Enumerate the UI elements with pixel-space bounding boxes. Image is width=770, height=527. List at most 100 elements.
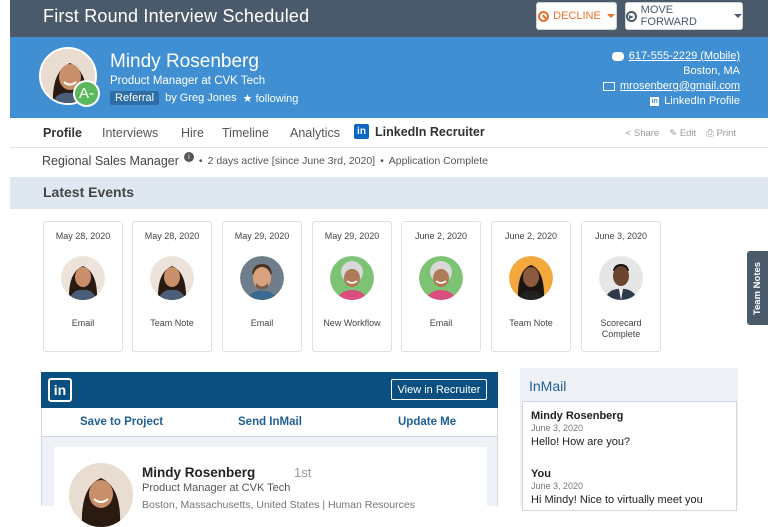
separator-dot: • <box>380 155 384 167</box>
tab-actions: < Share ✎ Edit ⎙ Print <box>626 128 736 139</box>
message-date: June 3, 2020 <box>531 423 584 433</box>
ban-icon <box>538 10 550 22</box>
email-link[interactable]: mrosenberg@gmail.com <box>620 79 740 94</box>
stage-title: First Round Interview Scheduled <box>43 6 310 26</box>
caret-down-icon <box>606 14 615 18</box>
caret-down-icon <box>734 14 742 18</box>
linkedin-icon: in <box>48 378 72 402</box>
message-text: Hello! How are you? <box>531 436 631 448</box>
forward-icon <box>626 10 637 22</box>
event-type: Email <box>250 318 274 328</box>
candidate-page: First Round Interview Scheduled DECLINE … <box>10 0 768 527</box>
tab-timeline[interactable]: Timeline <box>222 126 269 140</box>
mail-icon <box>603 82 615 91</box>
job-role[interactable]: Regional Sales Manager <box>42 154 179 168</box>
latest-events-title: Latest Events <box>43 184 135 200</box>
event-date: June 2, 2020 <box>504 231 558 241</box>
linkedin-location: Boston, Massachusetts, United States | H… <box>142 499 415 511</box>
tab-hire[interactable]: Hire <box>181 126 204 140</box>
decline-button[interactable]: DECLINE <box>536 2 617 30</box>
linkedin-profile-link[interactable]: LinkedIn Profile <box>664 94 740 109</box>
avatar <box>330 256 374 300</box>
connection-degree: 1st <box>294 465 312 480</box>
source-row: Referral by Greg Jones ★ following <box>110 91 298 105</box>
avatar <box>61 256 105 300</box>
job-activity: 2 days active [since June 3rd, 2020] <box>207 155 376 167</box>
message-text: Hi Mindy! Nice to virtually meet you <box>531 494 703 506</box>
team-notes-tab[interactable]: Team Notes <box>747 251 768 325</box>
save-to-project-button[interactable]: Save to Project <box>80 416 163 428</box>
event-card[interactable]: June 3, 2020 Scorecard Complete <box>581 221 661 352</box>
star-icon: ★ <box>242 92 253 105</box>
separator-dot: • <box>198 155 203 167</box>
grade-badge[interactable]: A- <box>73 80 100 107</box>
message: Mindy Rosenberg June 3, 2020 Hello! How … <box>531 410 630 448</box>
event-card[interactable]: May 29, 2020 Email <box>222 221 302 352</box>
inmail-title: InMail <box>529 378 567 394</box>
share-icon: < <box>625 128 634 139</box>
event-date: June 2, 2020 <box>414 231 468 241</box>
event-type: Email <box>429 318 453 328</box>
inmail-panel: InMail Mindy Rosenberg June 3, 2020 Hell… <box>520 368 738 511</box>
event-type: New Workflow <box>323 318 381 328</box>
profile-banner: A- Mindy Rosenberg Product Manager at CV… <box>10 37 768 118</box>
event-card[interactable]: May 28, 2020 Email <box>43 221 123 352</box>
event-date: May 28, 2020 <box>144 231 200 241</box>
view-in-recruiter-button[interactable]: View in Recruiter <box>391 379 487 400</box>
edit-icon: ✎ <box>669 128 680 139</box>
linkedin-profile-card: Mindy Rosenberg 1st Product Manager at C… <box>54 447 487 527</box>
linkedin-headline: Product Manager at CVK Tech <box>142 482 291 494</box>
event-type: Scorecard Complete <box>600 318 642 339</box>
job-summary: Regional Sales Manager i • 2 days active… <box>42 152 489 168</box>
tab-interviews[interactable]: Interviews <box>102 126 158 140</box>
move-forward-button[interactable]: MOVE FORWARD <box>625 2 743 30</box>
latest-events-header: Latest Events <box>10 177 768 209</box>
candidate-name: Mindy Rosenberg <box>110 51 259 72</box>
inmail-thread[interactable]: Mindy Rosenberg June 3, 2020 Hello! How … <box>522 401 737 511</box>
share-button[interactable]: < Share <box>626 128 660 139</box>
follow-toggle[interactable]: ★ following <box>243 92 299 105</box>
print-icon: ⎙ <box>706 128 717 139</box>
team-notes-label: Team Notes <box>752 261 763 315</box>
message: You June 3, 2020 Hi Mindy! Nice to virtu… <box>531 468 703 506</box>
event-card[interactable]: May 28, 2020 Team Note <box>132 221 212 352</box>
event-type: Email <box>71 318 95 328</box>
update-me-button[interactable]: Update Me <box>398 416 456 428</box>
tab-linkedin-recruiter[interactable]: in LinkedIn Recruiter <box>354 124 485 139</box>
source-tag: Referral <box>110 91 160 105</box>
event-date: June 3, 2020 <box>594 231 648 241</box>
edit-label: Edit <box>679 128 697 139</box>
info-icon[interactable]: i <box>183 152 194 162</box>
share-label: Share <box>633 128 660 139</box>
decline-label: DECLINE <box>553 10 601 22</box>
linkedin-card-area: Mindy Rosenberg 1st Product Manager at C… <box>41 437 498 527</box>
linkedin-actions: Save to Project Send InMail Update Me <box>41 408 498 437</box>
tab-linkedin-label: LinkedIn Recruiter <box>375 124 485 139</box>
tab-analytics[interactable]: Analytics <box>290 126 340 140</box>
event-card[interactable]: May 29, 2020 New Workflow <box>312 221 392 352</box>
message-sender: You <box>531 468 551 480</box>
move-forward-label: MOVE FORWARD <box>640 4 697 28</box>
event-card[interactable]: June 2, 2020 Email <box>401 221 481 352</box>
application-status: Application Complete <box>388 155 489 167</box>
send-inmail-button[interactable]: Send InMail <box>238 416 302 428</box>
event-date: May 28, 2020 <box>55 231 111 241</box>
referred-by: by Greg Jones <box>165 92 237 104</box>
linkedin-icon: in <box>354 124 369 139</box>
avatar <box>69 463 133 527</box>
avatar <box>240 256 284 300</box>
linkedin-panel-header: in View in Recruiter <box>41 372 498 408</box>
status-bar: First Round Interview Scheduled DECLINE … <box>10 0 768 37</box>
tab-profile[interactable]: Profile <box>43 126 82 140</box>
print-button[interactable]: ⎙ Print <box>706 128 736 139</box>
edit-button[interactable]: ✎ Edit <box>669 128 696 139</box>
profile-tabs: Profile Interviews Hire Timeline Analyti… <box>10 118 768 148</box>
avatar <box>419 256 463 300</box>
following-label: following <box>255 92 299 105</box>
event-card[interactable]: June 2, 2020 Team Note <box>491 221 571 352</box>
event-type: Team Note <box>509 318 553 328</box>
linkedin-name[interactable]: Mindy Rosenberg <box>142 465 255 480</box>
event-date: May 29, 2020 <box>324 231 380 241</box>
phone-link[interactable]: 617-555-2229 (Mobile) <box>629 49 740 64</box>
avatar <box>150 256 194 300</box>
